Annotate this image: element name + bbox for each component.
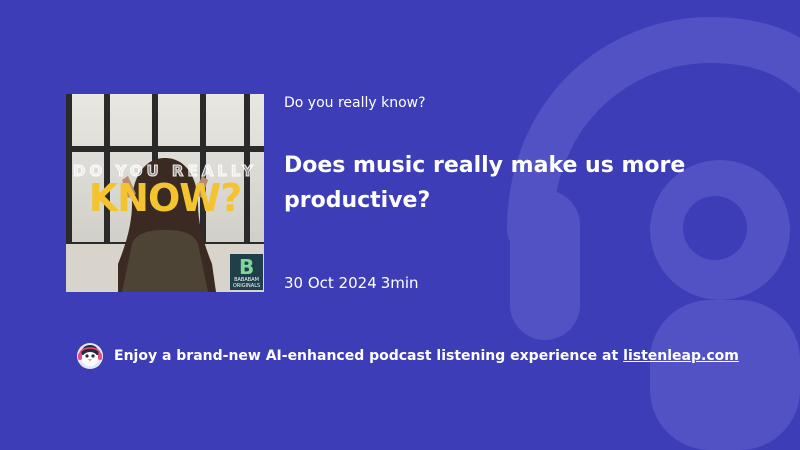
episode-meta: 30 Oct 2024 3min: [284, 274, 419, 292]
publisher-logo-icon: B: [239, 255, 255, 279]
headphones-watermark-icon: [507, 16, 800, 450]
episode-date: 30 Oct 2024: [284, 274, 377, 292]
show-name[interactable]: Do you really know?: [284, 95, 426, 111]
publisher-badge: B BABABAM ORIGINALS: [230, 254, 263, 290]
promo-link[interactable]: listenleap.com: [623, 348, 739, 364]
promo-text: Enjoy a brand-new AI-enhanced podcast li…: [114, 348, 619, 364]
cover-title-line2: KNOW?: [88, 176, 243, 220]
episode-title[interactable]: Does music really make us more productiv…: [284, 148, 754, 218]
badge-line2: ORIGINALS: [232, 283, 261, 289]
promo-banner: Enjoy a brand-new AI-enhanced podcast li…: [76, 342, 739, 370]
penguin-avatar-icon: [77, 343, 103, 369]
podcast-cover-art[interactable]: DO YOU REALLY KNOW? B BABABAM ORIGINALS: [66, 94, 264, 292]
episode-duration: 3min: [380, 274, 419, 292]
